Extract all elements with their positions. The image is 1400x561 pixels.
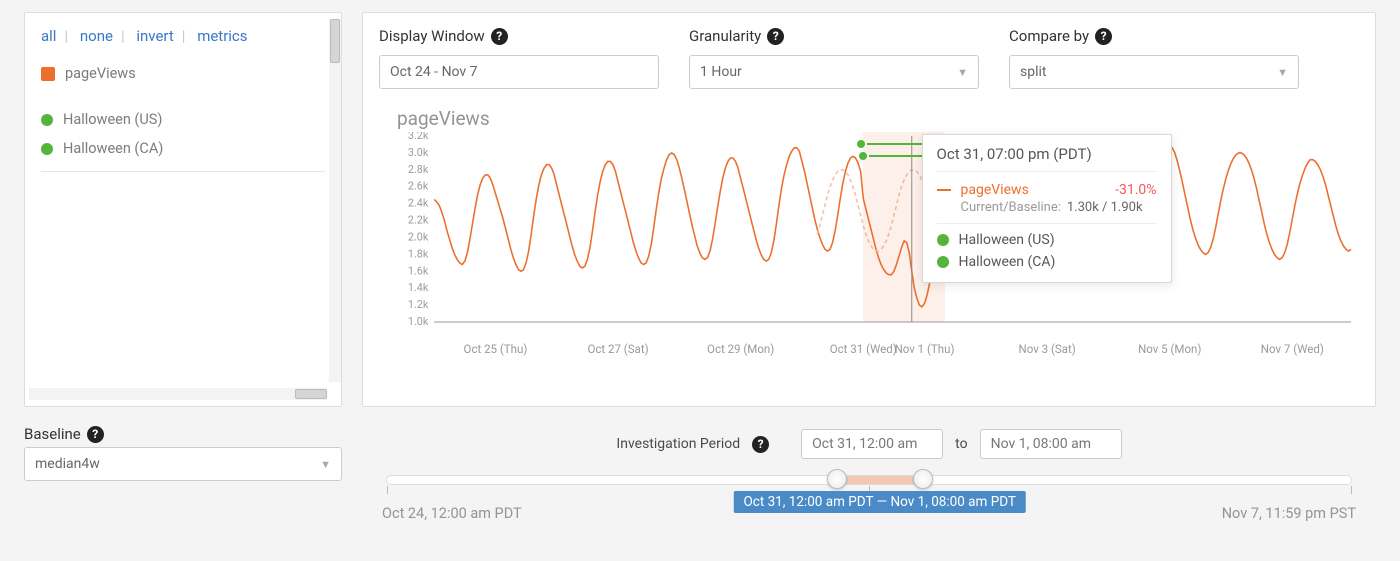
baseline-select[interactable]: median4w ▼	[24, 447, 342, 481]
tooltip-event: Halloween (CA)	[959, 254, 1056, 270]
tooltip-timestamp: Oct 31, 07:00 pm (PDT)	[937, 145, 1157, 172]
filter-invert[interactable]: invert	[136, 27, 173, 45]
svg-text:3.2k: 3.2k	[408, 132, 429, 142]
x-tick-label: Nov 1 (Thu)	[895, 342, 955, 356]
slider-track[interactable]	[386, 475, 1352, 485]
line-swatch-icon	[937, 189, 951, 191]
svg-text:1.6k: 1.6k	[408, 264, 429, 277]
help-icon[interactable]: ?	[767, 28, 784, 45]
filter-all[interactable]: all	[41, 27, 56, 45]
range-slider[interactable]: Oct 31, 12:00 am PDT — Nov 1, 08:00 am P…	[386, 475, 1352, 485]
granularity-select[interactable]: 1 Hour ▼	[689, 55, 979, 89]
chart-area: 3.2k 3.0k 2.8k 2.6k 2.4k 2.2k 2.0k 1.8k 1.6k 1.4k…	[397, 132, 1355, 342]
legend-event-row[interactable]: Halloween (US)	[41, 105, 325, 134]
legend-event-row[interactable]: Halloween (CA)	[41, 134, 325, 163]
svg-text:2.8k: 2.8k	[408, 163, 429, 176]
x-axis-ticks: Oct 25 (Thu) Oct 27 (Sat) Oct 29 (Mon) Oct …	[397, 342, 1355, 360]
tooltip-sub-value: 1.30k / 1.90k	[1067, 200, 1143, 215]
svg-text:2.6k: 2.6k	[408, 180, 429, 193]
baseline-label: Baseline	[24, 425, 81, 443]
slider-fill	[837, 476, 923, 484]
svg-text:1.4k: 1.4k	[408, 281, 429, 294]
investigation-label: Investigation Period	[616, 436, 740, 452]
event-dot-icon	[859, 152, 867, 160]
chevron-down-icon: ▼	[957, 66, 968, 79]
range-start-label: Oct 24, 12:00 am PDT	[382, 505, 522, 522]
slider-range-pill: Oct 31, 12:00 am PDT — Nov 1, 08:00 am P…	[733, 491, 1026, 513]
chart-tooltip: Oct 31, 07:00 pm (PDT) pageViews -31.0% …	[922, 134, 1172, 283]
legend-filters: all| none| invert| metrics	[41, 27, 325, 59]
scrollbar-vertical[interactable]	[329, 19, 341, 382]
svg-text:1.0k: 1.0k	[408, 315, 429, 328]
help-icon[interactable]: ?	[752, 436, 769, 453]
svg-text:2.4k: 2.4k	[408, 197, 429, 210]
x-tick-label: Nov 5 (Mon)	[1138, 342, 1201, 356]
tooltip-metric: pageViews	[961, 182, 1106, 198]
event-bar-icon	[869, 155, 929, 157]
svg-text:1.2k: 1.2k	[408, 298, 429, 311]
display-window-input[interactable]: Oct 24 - Nov 7	[379, 55, 659, 89]
x-tick-label: Nov 3 (Sat)	[1019, 342, 1076, 356]
slider-handle-end[interactable]	[913, 469, 933, 489]
investigation-from-input[interactable]: Oct 31, 12:00 am	[801, 429, 943, 459]
square-swatch-icon	[41, 67, 55, 81]
x-tick-label: Oct 29 (Mon)	[707, 342, 774, 356]
legend-event-label: Halloween (CA)	[63, 140, 163, 157]
scrollbar-horizontal[interactable]	[29, 388, 327, 400]
compare-by-value: split	[1020, 64, 1046, 80]
svg-text:2.2k: 2.2k	[408, 213, 429, 226]
x-tick-label: Oct 31 (Wed)	[830, 342, 897, 356]
event-dot-icon	[857, 140, 865, 148]
circle-swatch-icon	[41, 143, 53, 155]
chevron-down-icon: ▼	[320, 458, 331, 471]
granularity-value: 1 Hour	[700, 64, 742, 80]
divider	[41, 171, 325, 172]
investigation-to-input[interactable]: Nov 1, 08:00 am	[980, 429, 1122, 459]
x-tick-label: Nov 7 (Wed)	[1261, 342, 1324, 356]
chevron-down-icon: ▼	[1277, 66, 1288, 79]
help-icon[interactable]: ?	[87, 426, 104, 443]
legend-metric-label: pageViews	[65, 65, 136, 82]
circle-swatch-icon	[41, 114, 53, 126]
compare-by-select[interactable]: split ▼	[1009, 55, 1299, 89]
compare-by-label: Compare by	[1009, 27, 1089, 45]
filter-metrics[interactable]: metrics	[197, 27, 247, 45]
svg-text:2.0k: 2.0k	[408, 230, 429, 243]
to-label: to	[955, 436, 967, 452]
legend-event-label: Halloween (US)	[63, 111, 162, 128]
help-icon[interactable]: ?	[491, 28, 508, 45]
chart-title: pageViews	[397, 107, 1355, 130]
legend-panel: all| none| invert| metrics pageViews Hal…	[24, 12, 342, 407]
help-icon[interactable]: ?	[1095, 28, 1112, 45]
tooltip-pct-change: -31.0%	[1115, 182, 1156, 198]
granularity-label: Granularity	[689, 27, 761, 45]
svg-text:1.8k: 1.8k	[408, 247, 429, 260]
tooltip-sub-label: Current/Baseline:	[961, 200, 1061, 215]
chart-panel: Display Window ? Oct 24 - Nov 7 Granular…	[362, 12, 1376, 407]
x-tick-label: Oct 25 (Thu)	[464, 342, 528, 356]
event-bar-icon	[867, 143, 927, 145]
scrollbar-thumb[interactable]	[295, 389, 327, 399]
circle-swatch-icon	[937, 234, 949, 246]
scrollbar-thumb[interactable]	[330, 19, 340, 63]
display-window-label: Display Window	[379, 27, 485, 45]
svg-text:3.0k: 3.0k	[408, 146, 429, 159]
x-tick-label: Oct 27 (Sat)	[587, 342, 648, 356]
baseline-value: median4w	[35, 456, 100, 472]
slider-handle-start[interactable]	[827, 469, 847, 489]
tooltip-event: Halloween (US)	[959, 232, 1055, 248]
filter-none[interactable]: none	[80, 27, 113, 45]
range-end-label: Nov 7, 11:59 pm PST	[1222, 505, 1356, 522]
legend-metric-row[interactable]: pageViews	[41, 59, 325, 88]
display-window-value: Oct 24 - Nov 7	[390, 64, 478, 80]
circle-swatch-icon	[937, 256, 949, 268]
